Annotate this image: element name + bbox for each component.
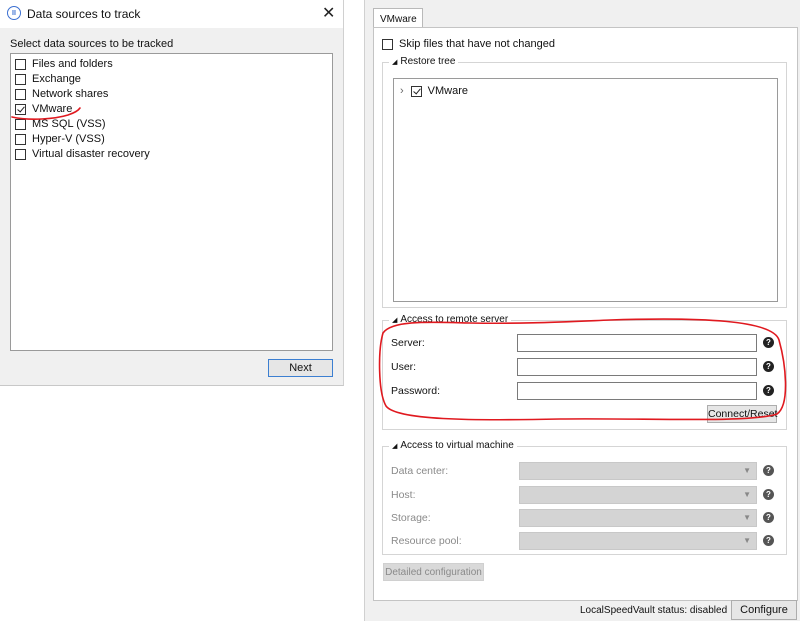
source-item-vmware[interactable]: VMware	[15, 102, 72, 116]
close-icon[interactable]: ✕	[322, 3, 335, 23]
tab-vmware[interactable]: VMware	[373, 8, 423, 28]
user-input[interactable]	[517, 358, 757, 376]
source-item-hyper-v[interactable]: Hyper-V (VSS)	[15, 132, 105, 146]
resource-pool-label: Resource pool:	[391, 535, 462, 547]
datacenter-row: Data center: ▼ ?	[391, 462, 781, 480]
resource-pool-select[interactable]: ▼	[519, 532, 757, 550]
chevron-down-icon: ▼	[743, 466, 751, 475]
chevron-right-icon[interactable]: ›	[400, 85, 404, 97]
resource-pool-row: Resource pool: ▼ ?	[391, 532, 781, 550]
remote-server-group: ◢ Access to remote server Server: ? User…	[382, 314, 787, 430]
dialog-title: Data sources to track	[27, 7, 141, 21]
source-item-ms-sql[interactable]: MS SQL (VSS)	[15, 117, 106, 131]
speedvault-status: LocalSpeedVault status: disabled	[580, 605, 728, 616]
host-label: Host:	[391, 489, 416, 501]
app-logo-icon: II	[7, 6, 21, 20]
tree-node-label: VMware	[427, 85, 469, 97]
checkbox[interactable]	[15, 58, 26, 70]
source-label: Files and folders	[32, 58, 113, 70]
storage-row: Storage: ▼ ?	[391, 509, 781, 527]
detailed-configuration-button[interactable]: Detailed configuration	[383, 563, 484, 581]
checkbox[interactable]	[15, 88, 26, 100]
checkbox-checked[interactable]	[15, 103, 26, 115]
tree-node-vmware[interactable]: › VMware	[400, 85, 468, 97]
source-label: Exchange	[32, 73, 81, 85]
skip-label: Skip files that have not changed	[399, 38, 555, 50]
help-icon[interactable]: ?	[763, 337, 774, 348]
group-title: Restore tree	[400, 56, 456, 67]
skip-unchanged-option[interactable]: Skip files that have not changed	[382, 38, 555, 50]
restore-tree: › VMware	[393, 78, 778, 302]
restore-tree-group: ◢ Restore tree › VMware	[382, 56, 787, 308]
server-label: Server:	[391, 337, 425, 349]
source-label: MS SQL (VSS)	[32, 118, 106, 130]
password-row: Password: ?	[391, 382, 781, 400]
tab-content: Skip files that have not changed ◢ Resto…	[373, 27, 798, 601]
help-icon[interactable]: ?	[763, 489, 774, 500]
user-label: User:	[391, 361, 417, 373]
source-label: VMware	[32, 103, 73, 115]
data-sources-list: Files and folders Exchange Network share…	[10, 53, 333, 351]
storage-select[interactable]: ▼	[519, 509, 757, 527]
chevron-down-icon: ▼	[743, 536, 751, 545]
help-icon[interactable]: ?	[763, 385, 774, 396]
source-label: Network shares	[32, 88, 109, 100]
checkbox[interactable]	[15, 118, 26, 130]
checkbox-checked[interactable]	[410, 85, 422, 97]
data-sources-dialog: II Data sources to track ✕ Select data s…	[0, 0, 344, 386]
collapse-triangle-icon[interactable]: ◢	[392, 58, 397, 66]
server-row: Server: ?	[391, 334, 781, 352]
help-icon[interactable]: ?	[763, 535, 774, 546]
checkbox[interactable]	[382, 38, 393, 50]
help-icon[interactable]: ?	[763, 361, 774, 372]
help-icon[interactable]: ?	[763, 512, 774, 523]
checkbox[interactable]	[15, 148, 26, 160]
select-sources-label: Select data sources to be tracked	[10, 38, 174, 50]
source-item-exchange[interactable]: Exchange	[15, 72, 81, 86]
host-select[interactable]: ▼	[519, 486, 757, 504]
configure-button[interactable]: Configure	[731, 600, 797, 620]
connect-reset-button[interactable]: Connect/Reset	[707, 405, 777, 423]
source-item-virtual-dr[interactable]: Virtual disaster recovery	[15, 147, 150, 161]
next-button[interactable]: Next	[268, 359, 333, 377]
server-input[interactable]	[517, 334, 757, 352]
collapse-triangle-icon[interactable]: ◢	[392, 316, 397, 324]
source-label: Virtual disaster recovery	[32, 148, 150, 160]
password-label: Password:	[391, 385, 441, 397]
storage-label: Storage:	[391, 512, 431, 524]
vmware-settings-panel: VMware Skip files that have not changed …	[364, 0, 800, 621]
dialog-title-bar: II Data sources to track ✕	[0, 0, 343, 28]
datacenter-select[interactable]: ▼	[519, 462, 757, 480]
user-row: User: ?	[391, 358, 781, 376]
chevron-down-icon: ▼	[743, 490, 751, 499]
source-item-network-shares[interactable]: Network shares	[15, 87, 108, 101]
group-title: Access to remote server	[400, 314, 509, 325]
virtual-machine-group: ◢ Access to virtual machine Data center:…	[382, 440, 787, 555]
datacenter-label: Data center:	[391, 465, 449, 477]
host-row: Host: ▼ ?	[391, 486, 781, 504]
chevron-down-icon: ▼	[743, 513, 751, 522]
checkbox[interactable]	[15, 133, 26, 145]
source-label: Hyper-V (VSS)	[32, 133, 105, 145]
password-input[interactable]	[517, 382, 757, 400]
checkbox[interactable]	[15, 73, 26, 85]
collapse-triangle-icon[interactable]: ◢	[392, 442, 397, 450]
source-item-files-folders[interactable]: Files and folders	[15, 57, 113, 71]
help-icon[interactable]: ?	[763, 465, 774, 476]
group-title: Access to virtual machine	[400, 440, 514, 451]
